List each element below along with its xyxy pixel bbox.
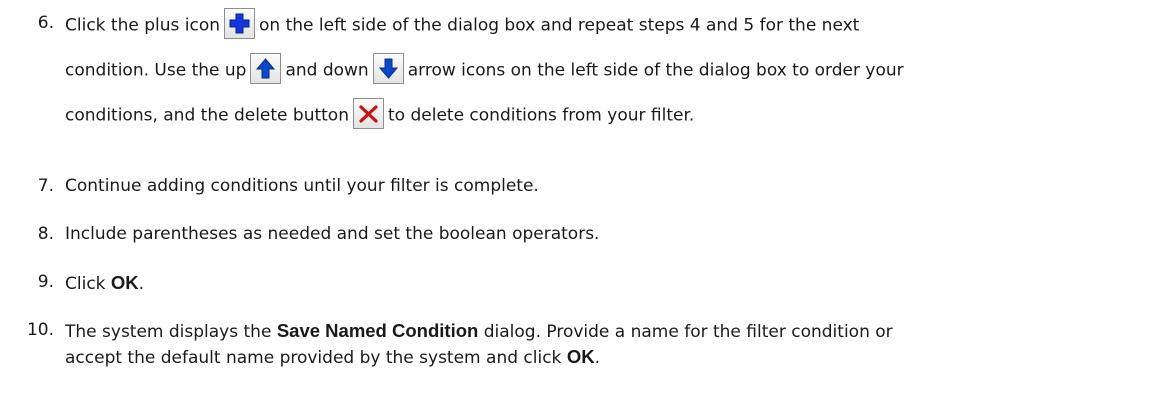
plus-icon [224,8,256,39]
step-text: to delete conditions from your filter. [388,105,695,126]
step-number: 6. [37,13,54,33]
step-text: conditions, and the delete button [65,105,349,126]
step-6-line-2: condition. Use the up and down arrow icons… [65,53,904,86]
up-arrow-icon [250,53,282,84]
step-text: . [138,274,145,294]
step-6-line-1: Click the plus icon on the left side of t… [65,8,860,41]
down-arrow-icon [372,53,404,84]
document-page: 6. Click the plus icon on the left side o… [0,0,1173,420]
ui-term-ok: OK [110,272,139,293]
step-text: condition. Use the up [65,60,247,81]
step-10-line-2: accept the default name provided by the … [65,346,600,368]
ui-term-save-named-condition: Save Named Condition [276,320,479,341]
step-number: 7. [37,176,54,196]
step-10-line-1: The system displays the Save Named Condi… [65,320,893,342]
step-text: Click the plus icon [65,15,221,36]
step-number: 10. [26,320,54,340]
step-9-line: Click OK. [65,272,144,294]
step-text: on the left side of the dialog box and r… [259,15,860,36]
step-text: Click [65,274,106,294]
step-text: dialog. Provide a name for the filter co… [483,322,893,342]
ui-term-ok: OK [566,346,595,367]
step-text: accept the default name provided by the … [65,348,562,368]
step-text: . [594,348,600,368]
step-text: and down [285,60,369,81]
step-text: Include parentheses as needed and set th… [65,224,600,244]
step-6-line-3: conditions, and the delete button to dele… [65,98,695,131]
step-text: The system displays the [65,322,272,342]
step-text: arrow icons on the left side of the dial… [407,60,904,81]
step-number: 8. [37,224,54,244]
delete-x-icon [353,98,384,129]
step-text: Continue adding conditions until your fi… [65,176,539,196]
step-number: 9. [37,272,54,292]
